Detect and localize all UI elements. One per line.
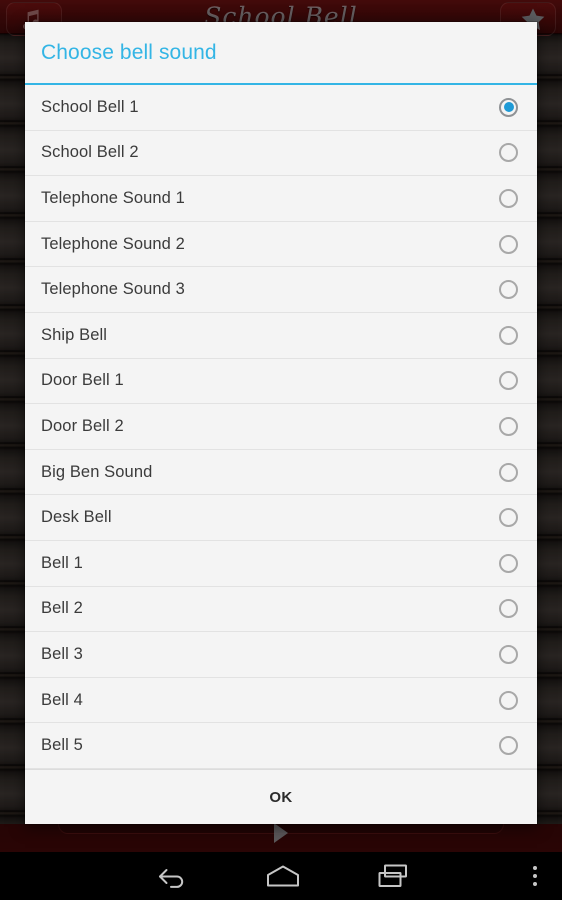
radio-button[interactable]: [499, 644, 518, 664]
list-item-label: Desk Bell: [41, 508, 112, 527]
list-item[interactable]: Desk Bell: [25, 495, 537, 541]
radio-button[interactable]: [499, 188, 518, 208]
back-arrow-icon[interactable]: [118, 852, 228, 900]
list-item-label: Bell 2: [41, 599, 83, 618]
list-item-label: Bell 1: [41, 553, 83, 572]
home-icon[interactable]: [228, 852, 338, 900]
list-item-label: Ship Bell: [41, 325, 108, 344]
list-item[interactable]: Bell 2: [25, 586, 537, 633]
list-item-label: Telephone Sound 1: [41, 188, 185, 207]
list-item[interactable]: Telephone Sound 3: [25, 267, 537, 313]
list-item-label: School Bell 1: [41, 97, 139, 116]
menu-dot: [533, 882, 537, 886]
radio-button[interactable]: [499, 234, 518, 254]
radio-button[interactable]: [499, 416, 518, 436]
menu-dot: [533, 874, 537, 878]
radio-button[interactable]: [499, 736, 518, 756]
list-item-label: Telephone Sound 2: [41, 234, 185, 253]
device-screen: School Bell Choose bell sound School Bel…: [0, 0, 562, 900]
list-item-label: Bell 5: [41, 736, 83, 755]
choose-bell-sound-dialog: Choose bell sound School Bell 1 School Be…: [25, 22, 537, 824]
radio-button-selected[interactable]: [499, 97, 518, 117]
ok-button[interactable]: OK: [243, 781, 318, 814]
list-item[interactable]: Big Ben Sound: [25, 449, 537, 496]
dialog-footer: OK: [25, 769, 537, 824]
radio-button[interactable]: [499, 371, 518, 391]
bell-sound-option-list[interactable]: School Bell 1 School Bell 2 Telephone Soun…: [25, 85, 537, 769]
list-item[interactable]: School Bell 2: [25, 130, 537, 177]
list-item-label: Big Ben Sound: [41, 462, 153, 481]
list-item[interactable]: Door Bell 2: [25, 404, 537, 450]
list-item[interactable]: Telephone Sound 2: [25, 221, 537, 268]
radio-button[interactable]: [499, 462, 518, 482]
dialog-title-bar: Choose bell sound: [25, 22, 537, 85]
list-item[interactable]: Door Bell 1: [25, 358, 537, 405]
radio-button[interactable]: [499, 325, 518, 345]
list-item-label: Bell 4: [41, 690, 83, 709]
list-item[interactable]: Telephone Sound 1: [25, 176, 537, 222]
radio-button[interactable]: [499, 143, 518, 163]
list-item[interactable]: Bell 3: [25, 632, 537, 678]
list-item[interactable]: Bell 4: [25, 677, 537, 724]
recent-apps-icon[interactable]: [338, 852, 448, 900]
radio-button[interactable]: [499, 553, 518, 573]
radio-button[interactable]: [499, 690, 518, 710]
list-item-label: Door Bell 1: [41, 371, 124, 390]
android-navigation-bar: [0, 852, 562, 900]
list-item[interactable]: Bell 5: [25, 723, 537, 769]
dialog-title: Choose bell sound: [41, 40, 217, 64]
radio-button[interactable]: [499, 508, 518, 528]
list-item[interactable]: Bell 1: [25, 540, 537, 587]
list-item-label: Telephone Sound 3: [41, 280, 185, 299]
radio-button[interactable]: [499, 599, 518, 619]
overflow-menu-icon[interactable]: [508, 852, 562, 900]
list-item-label: Door Bell 2: [41, 416, 124, 435]
list-item[interactable]: School Bell 1: [25, 85, 537, 131]
list-item-label: School Bell 2: [41, 143, 139, 162]
menu-dot: [533, 866, 537, 870]
list-item[interactable]: Ship Bell: [25, 312, 537, 359]
list-item-label: Bell 3: [41, 644, 83, 663]
radio-button[interactable]: [499, 280, 518, 300]
